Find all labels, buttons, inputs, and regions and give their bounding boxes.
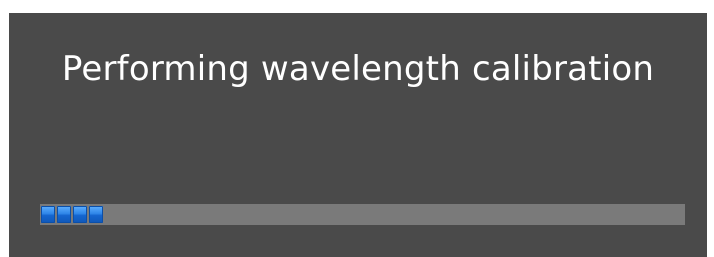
progress-segment [89, 206, 103, 223]
window-frame: Performing wavelength calibration [0, 0, 714, 257]
progress-segment [41, 206, 55, 223]
progress-segment [73, 206, 87, 223]
progress-fill [41, 206, 103, 223]
calibration-dialog: Performing wavelength calibration [9, 13, 707, 257]
dialog-title: Performing wavelength calibration [61, 49, 655, 89]
progress-bar [40, 204, 685, 225]
progress-segment [57, 206, 71, 223]
